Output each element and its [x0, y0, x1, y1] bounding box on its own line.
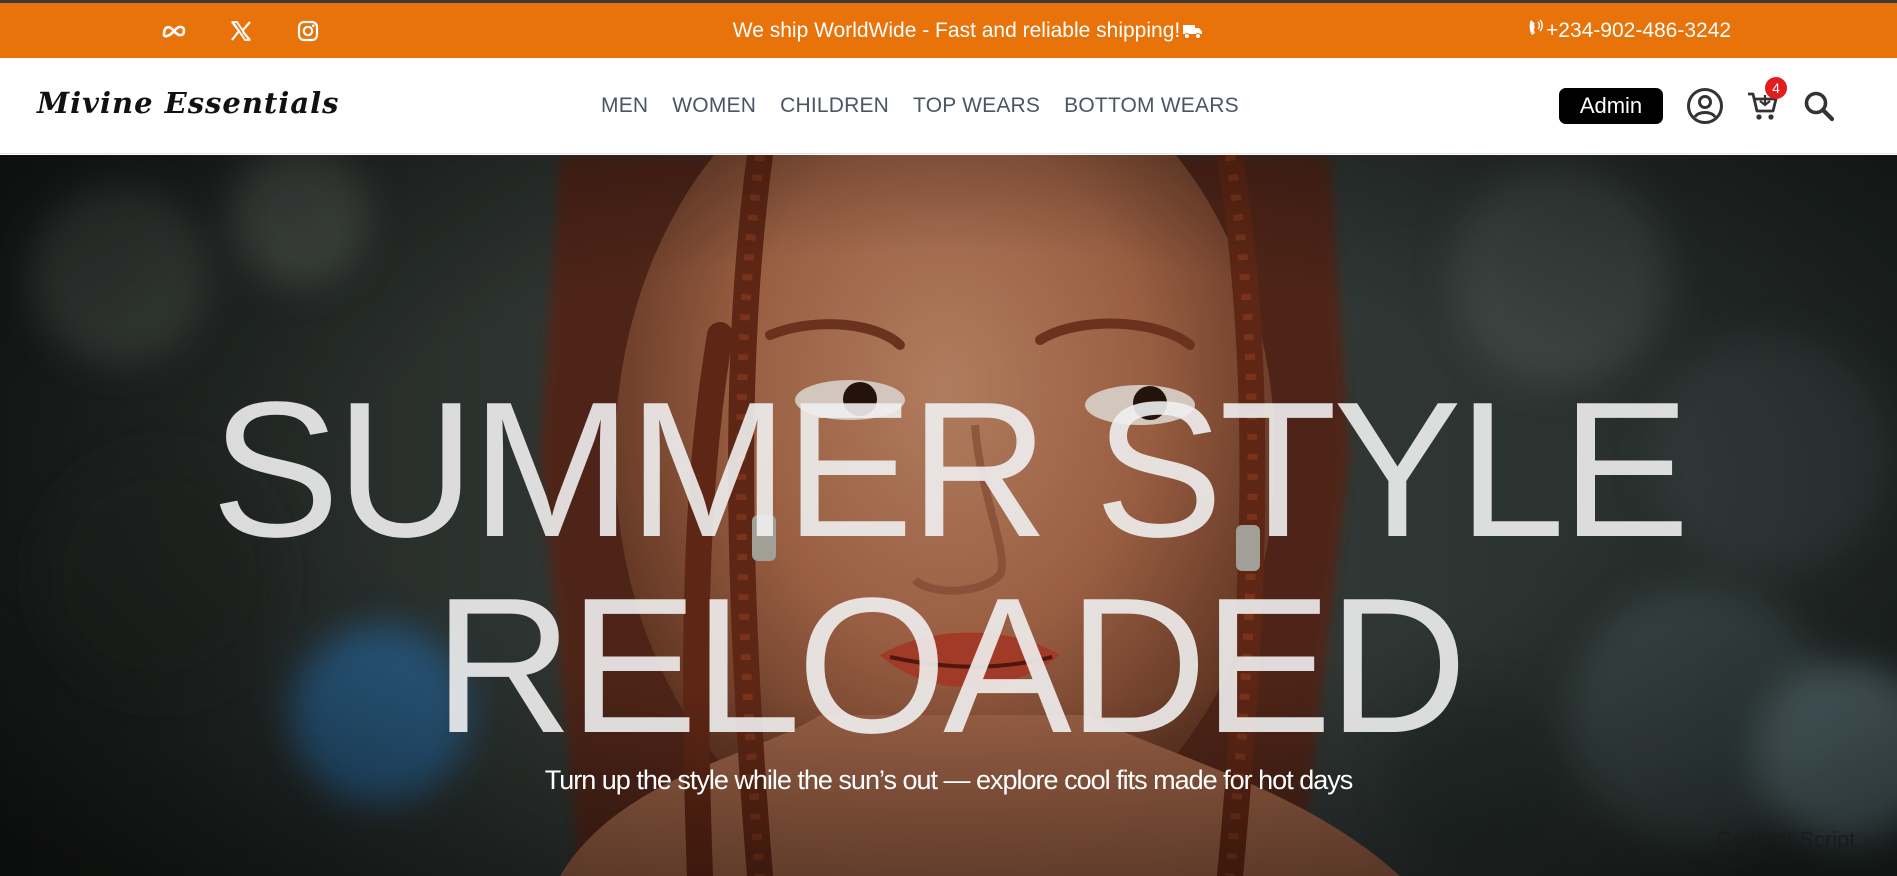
- instagram-icon[interactable]: [294, 17, 321, 44]
- admin-button[interactable]: Admin: [1559, 88, 1663, 124]
- header-actions: Admin 4: [1559, 58, 1836, 154]
- cart-icon[interactable]: 4: [1744, 77, 1787, 125]
- brand-logo[interactable]: Mivine Essentials: [37, 86, 339, 120]
- hero-title-line-1: SUMMER STYLE: [211, 361, 1690, 577]
- content-script-label: Content Script: [1716, 827, 1856, 852]
- user-icon[interactable]: [1686, 87, 1724, 125]
- hero-subtitle: Turn up the style while the sun’s out — …: [544, 765, 1353, 795]
- meta-icon[interactable]: [160, 17, 187, 44]
- phone-icon: [1528, 18, 1544, 44]
- hero-banner: SUMMER STYLE RELOADED Turn up the style …: [0, 155, 1897, 876]
- phone-number: +234-902-486-3242: [1546, 18, 1732, 42]
- hero-title-line-2: RELOADED: [433, 557, 1468, 773]
- announcement-text: We ship WorldWide - Fast and reliable sh…: [732, 18, 1181, 42]
- site-header: Mivine Essentials MEN WOMEN CHILDREN TOP…: [0, 58, 1897, 154]
- search-icon[interactable]: [1802, 89, 1836, 123]
- main-nav: MEN WOMEN CHILDREN TOP WEARS BOTTOM WEAR…: [601, 58, 1239, 154]
- nav-bottom-wears[interactable]: BOTTOM WEARS: [1064, 94, 1239, 118]
- cart-count-badge: 4: [1765, 77, 1787, 99]
- nav-children[interactable]: CHILDREN: [780, 94, 889, 118]
- nav-women[interactable]: WOMEN: [672, 94, 756, 118]
- phone-contact[interactable]: +234-902-486-3242: [1528, 3, 1731, 58]
- social-links: [160, 3, 321, 58]
- x-icon[interactable]: [227, 17, 254, 44]
- nav-men[interactable]: MEN: [601, 94, 648, 118]
- nav-top-wears[interactable]: TOP WEARS: [913, 94, 1040, 118]
- announcement-bar: We ship WorldWide - Fast and reliable sh…: [0, 3, 1897, 58]
- truck-icon: [1182, 22, 1204, 40]
